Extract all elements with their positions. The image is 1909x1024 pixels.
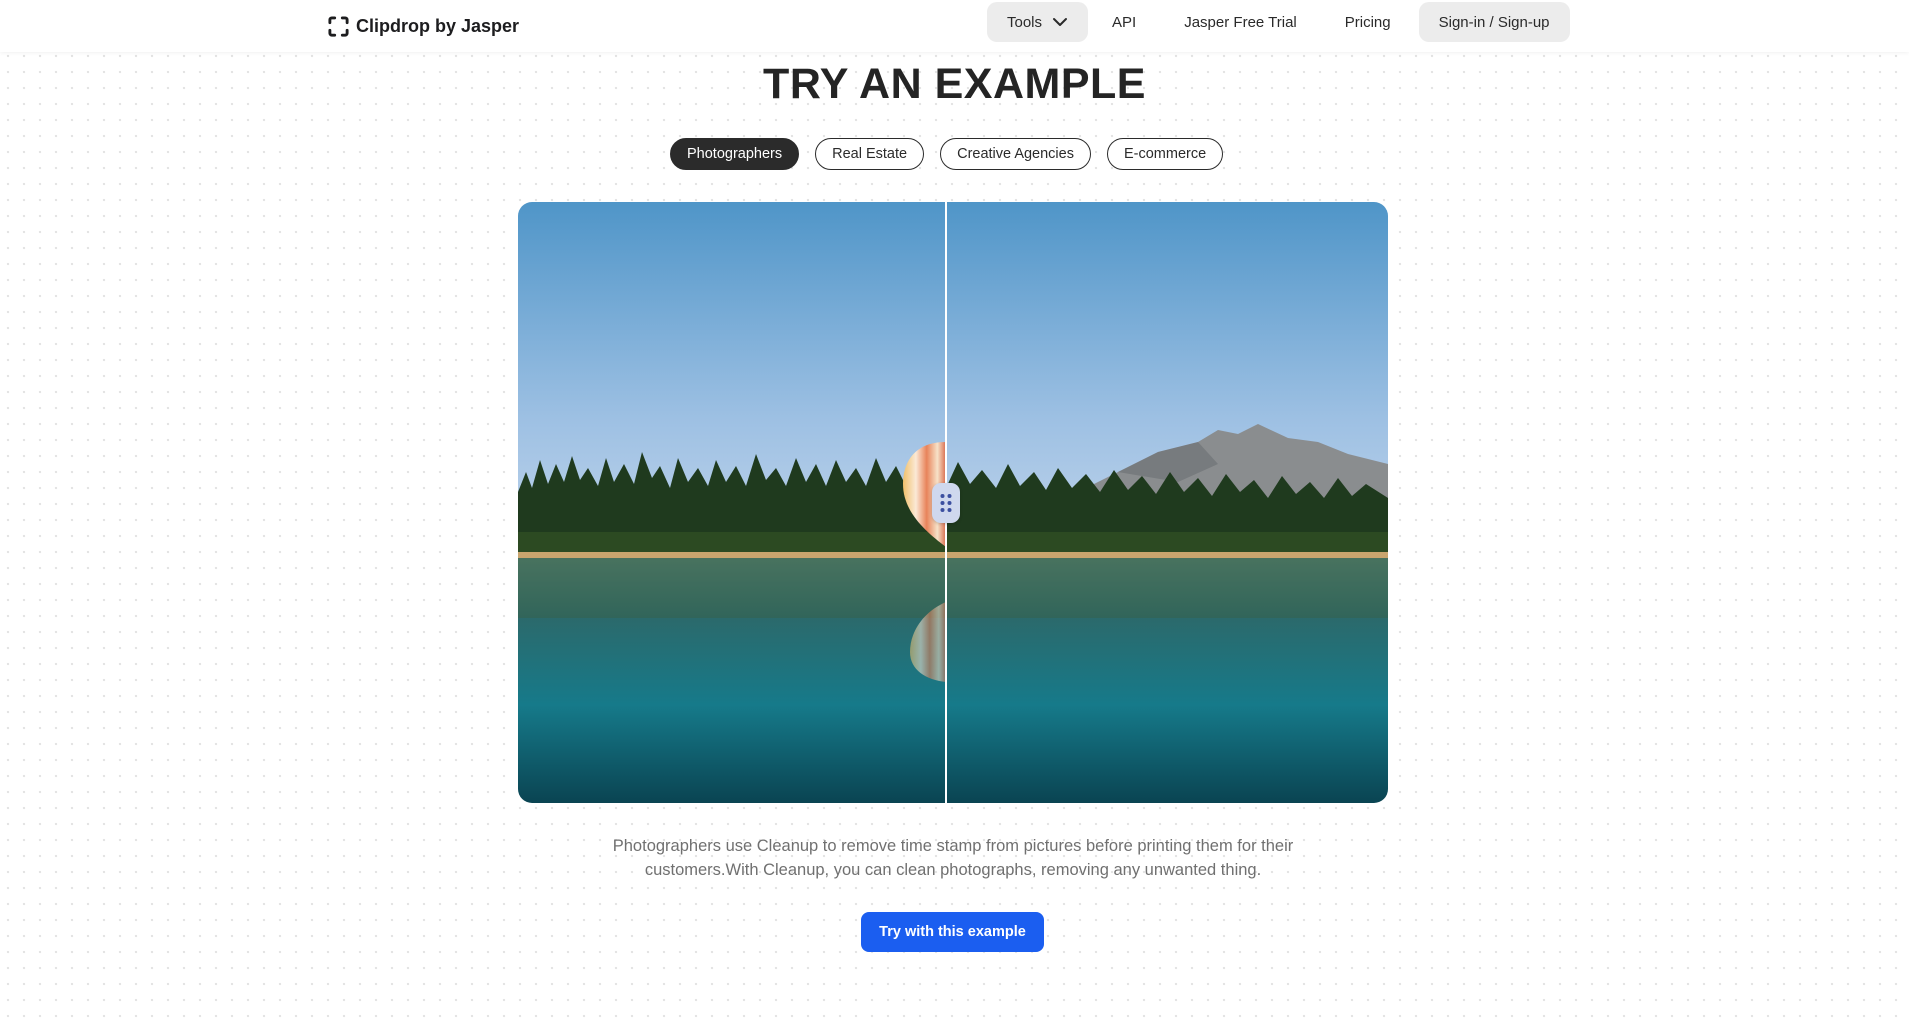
clipdrop-logo-icon: [328, 15, 349, 37]
tab-creative-agencies[interactable]: Creative Agencies: [940, 138, 1091, 170]
before-after-comparison[interactable]: [518, 202, 1388, 803]
tools-label: Tools: [1007, 13, 1043, 31]
tab-real-estate[interactable]: Real Estate: [815, 138, 925, 170]
nav-free-trial-link[interactable]: Jasper Free Trial: [1160, 2, 1321, 42]
drag-handle-icon: [940, 494, 952, 512]
category-tabs: Photographers Real Estate Creative Agenc…: [670, 138, 1224, 170]
top-navbar: Clipdrop by Jasper Tools API Jasper Free…: [0, 0, 1909, 52]
main-nav: Tools API Jasper Free Trial Pricing Sign…: [987, 2, 1570, 42]
comparison-slider-handle[interactable]: [932, 483, 960, 523]
tab-photographers[interactable]: Photographers: [670, 138, 800, 170]
brand-logo[interactable]: Clipdrop by Jasper: [327, 11, 519, 41]
page-title: TRY AN EXAMPLE: [763, 60, 1146, 108]
example-description: Photographers use Cleanup to remove time…: [612, 837, 1294, 879]
try-example-button[interactable]: Try with this example: [861, 912, 1044, 952]
brand-name: Clipdrop by Jasper: [356, 15, 520, 36]
tab-e-commerce[interactable]: E-commerce: [1106, 138, 1224, 170]
nav-api-link[interactable]: API: [1088, 2, 1160, 42]
chevron-down-icon: [1053, 18, 1068, 26]
nav-pricing-link[interactable]: Pricing: [1321, 2, 1415, 42]
tools-dropdown[interactable]: Tools: [987, 2, 1089, 42]
signin-button[interactable]: Sign-in / Sign-up: [1418, 2, 1570, 42]
